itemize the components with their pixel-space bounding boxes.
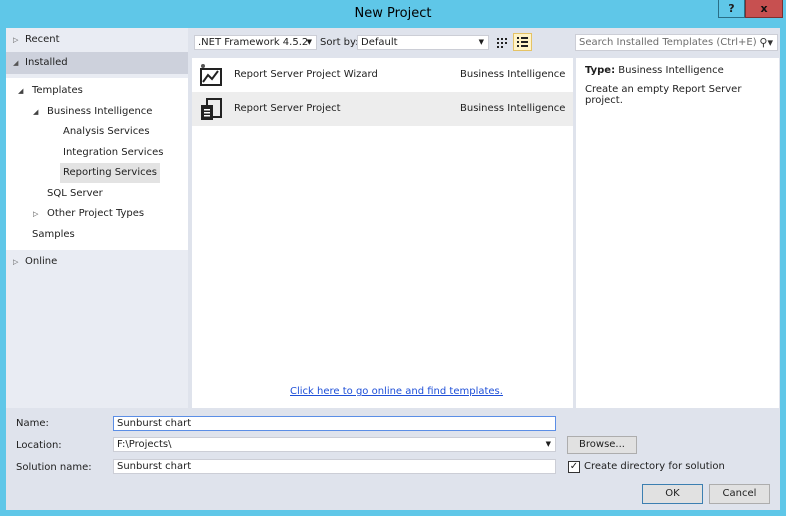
location-label: Location: [16, 440, 62, 451]
search-input[interactable]: Search Installed Templates (Ctrl+E) ⚲▾ [575, 34, 778, 51]
framework-select[interactable]: .NET Framework 4.5.2 ▼ [194, 35, 317, 50]
nav-label: Recent [25, 34, 60, 45]
expand-icon: ▷ [33, 210, 39, 218]
report-wizard-icon [199, 63, 223, 87]
tree-label: Templates [32, 85, 83, 96]
nav-online[interactable]: ▷ Online [6, 251, 188, 273]
tree-label: Analysis Services [63, 126, 150, 137]
cancel-button[interactable]: Cancel [709, 484, 770, 504]
tree-business-intelligence[interactable]: ◢ Business Intelligence [33, 102, 153, 122]
window-title: New Project [354, 6, 432, 21]
report-project-icon [199, 97, 223, 121]
tree-label: Samples [32, 229, 75, 240]
nav-label: Online [25, 256, 58, 267]
sort-select[interactable]: Default ▼ [357, 35, 489, 50]
online-templates-link[interactable]: Click here to go online and find templat… [290, 386, 503, 397]
solution-name-input[interactable]: Sunburst chart [113, 459, 556, 474]
tree-sql-server[interactable]: SQL Server [47, 184, 103, 204]
template-item-selected[interactable]: Report Server Project Business Intellige… [192, 92, 573, 126]
location-value: F:\Projects\ [117, 439, 172, 450]
search-placeholder: Search Installed Templates (Ctrl+E) [579, 37, 757, 48]
template-name: Report Server Project Wizard [234, 69, 378, 80]
grid-view-icon[interactable] [495, 36, 509, 50]
template-item[interactable]: Report Server Project Wizard Business In… [192, 58, 573, 92]
type-label: Type: [585, 65, 616, 76]
expand-icon: ▷ [13, 258, 19, 266]
close-button[interactable]: x [745, 0, 783, 18]
collapse-icon: ◢ [33, 108, 39, 116]
tree-label: Reporting Services [63, 167, 157, 178]
search-icon: ⚲▾ [759, 36, 773, 49]
nav-label: Installed [25, 57, 68, 68]
location-input[interactable]: F:\Projects\ ▼ [113, 437, 556, 452]
tree-reporting-services[interactable]: Reporting Services [60, 163, 160, 183]
collapse-icon: ◢ [18, 87, 24, 95]
tree-analysis-services[interactable]: Analysis Services [63, 122, 150, 142]
sort-label: Sort by: [320, 37, 359, 48]
name-input[interactable]: Sunburst chart [113, 416, 556, 431]
tree-samples[interactable]: Samples [32, 225, 75, 245]
framework-value: .NET Framework 4.5.2 [198, 37, 309, 48]
nav-installed[interactable]: ◢ Installed [6, 52, 188, 74]
template-list: Report Server Project Wizard Business In… [192, 58, 573, 408]
template-description: Create an empty Report Server project. [585, 84, 742, 106]
nav-recent[interactable]: ▷ Recent [6, 29, 188, 51]
template-category: Business Intelligence [460, 103, 566, 114]
create-directory-checkbox[interactable]: ✓ [568, 461, 580, 473]
tree-templates[interactable]: ◢ Templates [18, 81, 83, 101]
tree-label: SQL Server [47, 188, 103, 199]
template-tree: ◢ Templates ◢ Business Intelligence Analys… [6, 78, 188, 250]
template-name: Report Server Project [234, 103, 341, 114]
chevron-down-icon: ▼ [306, 38, 312, 46]
help-button[interactable]: ? [718, 0, 745, 18]
solution-name-label: Solution name: [16, 462, 92, 473]
name-label: Name: [16, 418, 49, 429]
chevron-down-icon: ▼ [478, 38, 484, 46]
expand-icon: ▷ [13, 36, 19, 44]
tree-integration-services[interactable]: Integration Services [63, 143, 163, 163]
chevron-down-icon: ▼ [545, 440, 551, 448]
list-view-icon[interactable] [513, 33, 532, 51]
sort-value: Default [361, 37, 398, 48]
tree-label: Other Project Types [47, 208, 145, 219]
details-panel: Type: Business Intelligence Create an em… [576, 58, 779, 408]
tree-label: Business Intelligence [47, 106, 153, 117]
type-value: Business Intelligence [618, 65, 724, 76]
browse-button[interactable]: Browse... [567, 436, 637, 454]
tree-label: Integration Services [63, 147, 164, 158]
create-directory-label: Create directory for solution [584, 461, 725, 472]
template-category: Business Intelligence [460, 69, 566, 80]
tree-other-project-types[interactable]: ▷ Other Project Types [33, 204, 145, 224]
ok-button[interactable]: OK [642, 484, 703, 504]
collapse-icon: ◢ [13, 59, 19, 67]
